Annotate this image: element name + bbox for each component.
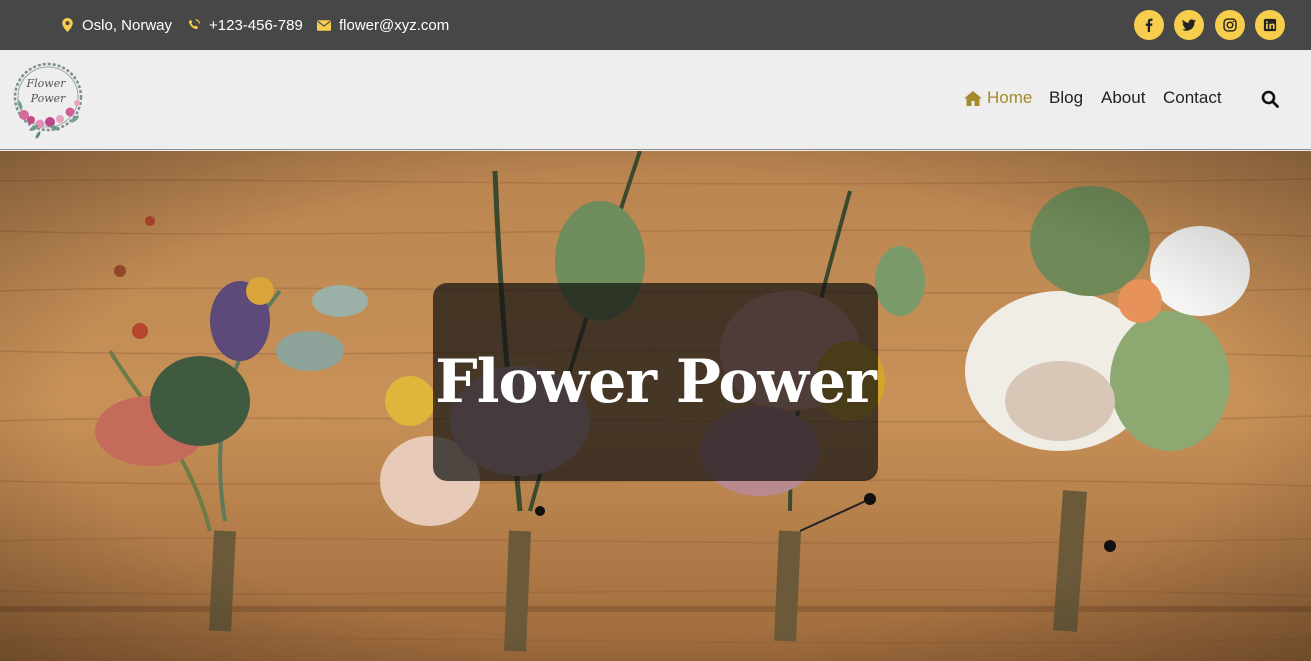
phone-info: +123-456-789: [187, 0, 303, 50]
facebook-icon: [1145, 18, 1153, 32]
location-info: Oslo, Norway: [60, 0, 172, 50]
phone-icon: [187, 18, 201, 32]
svg-text:Flower: Flower: [26, 77, 67, 90]
nav-about[interactable]: About: [1101, 88, 1145, 108]
nav-home-label: Home: [987, 88, 1033, 107]
instagram-icon: [1223, 18, 1237, 32]
site-logo[interactable]: Flower Power: [10, 57, 90, 139]
phone-text[interactable]: +123-456-789: [209, 17, 303, 34]
nav-blog[interactable]: Blog: [1049, 88, 1083, 108]
svg-text:Power: Power: [30, 92, 67, 105]
nav-contact[interactable]: Contact: [1163, 88, 1222, 108]
twitter-link[interactable]: [1174, 10, 1204, 40]
search-icon: [1261, 90, 1279, 108]
instagram-link[interactable]: [1215, 10, 1245, 40]
email-text[interactable]: flower@xyz.com: [339, 17, 449, 34]
home-icon: [964, 90, 982, 106]
linkedin-icon: [1263, 18, 1277, 32]
map-pin-icon: [60, 18, 74, 32]
location-text: Oslo, Norway: [82, 16, 173, 34]
envelope-icon: [317, 18, 331, 32]
linkedin-link[interactable]: [1255, 10, 1285, 40]
hero-title-box: Flower Power: [433, 283, 878, 481]
email-info: flower@xyz.com: [317, 0, 449, 50]
top-bar: Oslo, Norway +123-456-789 flower@xyz.com: [0, 0, 1311, 50]
main-navbar: Flower Power Home Blog About Contact: [0, 50, 1311, 150]
facebook-link[interactable]: [1134, 10, 1164, 40]
hero-title: Flower Power: [435, 347, 877, 417]
hero-banner: Flower Power: [0, 151, 1311, 661]
nav-home[interactable]: Home: [963, 88, 1032, 108]
search-button[interactable]: [1261, 90, 1279, 108]
twitter-icon: [1182, 19, 1196, 31]
